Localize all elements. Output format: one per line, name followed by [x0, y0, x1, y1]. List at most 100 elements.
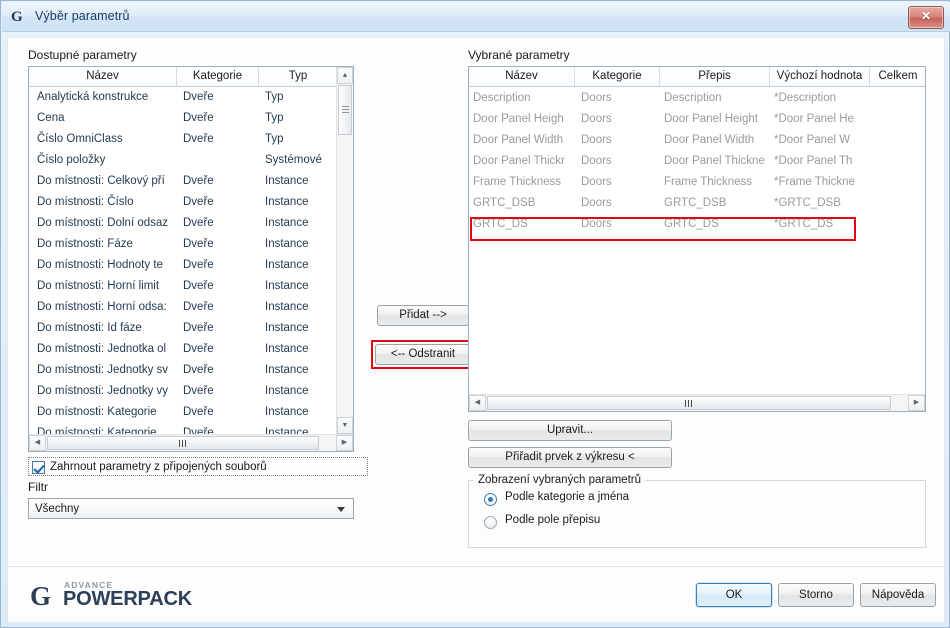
radio-by-override-field[interactable]: [484, 516, 497, 529]
column-header-sel-prepis[interactable]: Přepis: [660, 67, 770, 86]
table-row[interactable]: Do místnosti: Fáze Dveře Instance: [29, 234, 353, 255]
radio-by-override-field-label: Podle pole přepisu: [505, 514, 601, 526]
selected-cell: [870, 172, 925, 193]
available-cell: Analytická konstrukce: [37, 91, 149, 103]
remove-button[interactable]: <-- Odstranit: [375, 344, 471, 365]
table-row[interactable]: Frame Thickness Doors Frame Thickness *Fram…: [469, 172, 925, 193]
selected-cell: Door Panel Thickne: [664, 155, 765, 167]
selected-cell: Door Panel Width: [473, 134, 564, 146]
available-cell: Instance: [265, 196, 309, 208]
add-button[interactable]: Přidat -->: [377, 305, 469, 326]
window-frame: G Výběr parametrů ✕ Dostupné parametry N…: [0, 0, 950, 628]
close-icon: ✕: [920, 9, 932, 23]
selected-cell: Doors: [581, 92, 612, 104]
selected-table-header: Název Kategorie Přepis Výchozí hodnota C…: [469, 67, 925, 87]
available-horizontal-scrollbar[interactable]: ◀ ▶: [29, 434, 353, 451]
available-cell: Dveře: [183, 364, 214, 376]
pick-element-button[interactable]: Přiřadit prvek z výkresu <: [468, 447, 672, 468]
selected-cell: Doors: [581, 218, 612, 230]
sel-scroll-left-arrow-icon[interactable]: ◀: [469, 395, 486, 411]
include-linked-files-label: Zahrnout parametry z připojených souborů: [50, 461, 267, 473]
table-row[interactable]: Do místnosti: Hodnoty te Dveře Instance: [29, 255, 353, 276]
column-header-sel-vychozi-hodnota[interactable]: Výchozí hodnota: [770, 67, 870, 86]
available-parameters-table[interactable]: Název Kategorie Typ Analytická konstrukc…: [28, 66, 354, 452]
ok-button[interactable]: OK: [696, 583, 772, 607]
selected-cell: Description: [664, 92, 722, 104]
vertical-scroll-thumb[interactable]: [338, 85, 352, 135]
filter-label: Filtr: [28, 480, 48, 494]
table-row[interactable]: Door Panel Thickr Doors Door Panel Thickne…: [469, 151, 925, 172]
column-header-nazev[interactable]: Název: [29, 67, 177, 86]
table-row[interactable]: Description Doors Description *Description: [469, 88, 925, 109]
selected-cell: *Description: [774, 92, 836, 104]
selected-cell: *GRTC_DS: [774, 218, 834, 230]
selected-cell: GRTC_DS: [664, 218, 719, 230]
scroll-left-arrow-icon[interactable]: ◀: [29, 435, 46, 451]
table-row[interactable]: Do místnosti: Jednotky vy Dveře Instance: [29, 381, 353, 402]
selected-cell: [870, 88, 925, 109]
close-button[interactable]: ✕: [908, 6, 944, 29]
cancel-button[interactable]: Storno: [778, 583, 854, 607]
selected-cell: Doors: [581, 113, 612, 125]
available-cell: Typ: [265, 112, 284, 124]
help-button[interactable]: Nápověda: [860, 583, 936, 607]
radio-by-category-and-name[interactable]: [484, 493, 497, 506]
available-cell: Do místnosti: Jednotka ol: [37, 343, 167, 355]
available-cell: Cena: [37, 112, 65, 124]
include-linked-files-checkbox[interactable]: Zahrnout parametry z připojených souborů: [28, 457, 368, 476]
table-row[interactable]: Door Panel Heigh Doors Door Panel Height *D…: [469, 109, 925, 130]
available-vertical-scrollbar[interactable]: ▲ ▼: [336, 67, 353, 434]
table-row[interactable]: Analytická konstrukce Dveře Typ: [29, 87, 353, 108]
selected-parameters-label: Vybrané parametry: [468, 48, 570, 62]
selected-cell: GRTC_DSB: [473, 197, 536, 209]
available-cell: Do místnosti: Jednotky vy: [37, 385, 169, 397]
table-row[interactable]: Do místnosti: Jednotka ol Dveře Instance: [29, 339, 353, 360]
available-cell: Dveře: [183, 217, 214, 229]
column-header-kategorie[interactable]: Kategorie: [177, 67, 259, 86]
scroll-down-arrow-icon[interactable]: ▼: [337, 417, 353, 434]
table-row[interactable]: Door Panel Width Doors Door Panel Width *Do…: [469, 130, 925, 151]
selected-rows: Description Doors Description *Description D…: [469, 88, 925, 392]
selected-parameters-table[interactable]: Název Kategorie Přepis Výchozí hodnota C…: [468, 66, 926, 412]
horizontal-scroll-thumb[interactable]: [47, 436, 319, 450]
available-cell: Dveře: [183, 280, 214, 292]
sel-horizontal-scroll-thumb[interactable]: [487, 396, 891, 410]
filter-dropdown[interactable]: Všechny: [28, 498, 354, 519]
available-cell: Instance: [265, 364, 309, 376]
window-title: Výběr parametrů: [35, 9, 130, 23]
table-row[interactable]: Do místnosti: Kategorie Dveře Instance: [29, 402, 353, 423]
selected-cell: [870, 151, 925, 172]
table-row[interactable]: Do místnosti: Číslo Dveře Instance: [29, 192, 353, 213]
column-header-sel-kategorie[interactable]: Kategorie: [575, 67, 660, 86]
scroll-up-arrow-icon[interactable]: ▲: [337, 67, 353, 84]
table-row[interactable]: Do místnosti: Dolní odsaz Dveře Instance: [29, 213, 353, 234]
selected-cell: [870, 130, 925, 151]
available-parameters-label: Dostupné parametry: [28, 48, 137, 62]
table-row[interactable]: Do místnosti: Id fáze Dveře Instance: [29, 318, 353, 339]
table-row[interactable]: Do místnosti: Celkový pří Dveře Instance: [29, 171, 353, 192]
table-row[interactable]: Číslo položky Systémové: [29, 150, 353, 171]
table-row[interactable]: Do místnosti: Horní limit Dveře Instance: [29, 276, 353, 297]
filter-selected-value: Všechny: [35, 503, 80, 515]
table-row[interactable]: Číslo OmniClass Dveře Typ: [29, 129, 353, 150]
scroll-right-arrow-icon[interactable]: ▶: [336, 435, 353, 451]
selected-cell: Door Panel Height: [664, 113, 758, 125]
column-header-sel-nazev[interactable]: Název: [469, 67, 575, 86]
table-row[interactable]: GRTC_DSB Doors GRTC_DSB *GRTC_DSB: [469, 193, 925, 214]
selected-horizontal-scrollbar[interactable]: ◀ ▶: [469, 394, 925, 411]
table-row[interactable]: Do místnosti: Horní odsa: Dveře Instance: [29, 297, 353, 318]
table-row[interactable]: Cena Dveře Typ: [29, 108, 353, 129]
available-cell: Do místnosti: Hodnoty te: [37, 259, 163, 271]
selected-cell: [870, 109, 925, 130]
selected-cell: GRTC_DSB: [664, 197, 727, 209]
sel-scroll-right-arrow-icon[interactable]: ▶: [908, 395, 925, 411]
column-header-sel-celkem[interactable]: Celkem: [870, 67, 925, 86]
column-header-typ[interactable]: Typ: [259, 67, 337, 86]
table-row[interactable]: Do místnosti: Jednotky sv Dveře Instance: [29, 360, 353, 381]
available-cell: Do místnosti: Dolní odsaz: [37, 217, 169, 229]
available-cell: Instance: [265, 175, 309, 187]
radio-by-category-and-name-label: Podle kategorie a jména: [505, 491, 630, 503]
edit-button[interactable]: Upravit...: [468, 420, 672, 441]
table-row[interactable]: GRTC_DS Doors GRTC_DS *GRTC_DS: [469, 214, 925, 235]
selected-cell: Door Panel Heigh: [473, 113, 564, 125]
